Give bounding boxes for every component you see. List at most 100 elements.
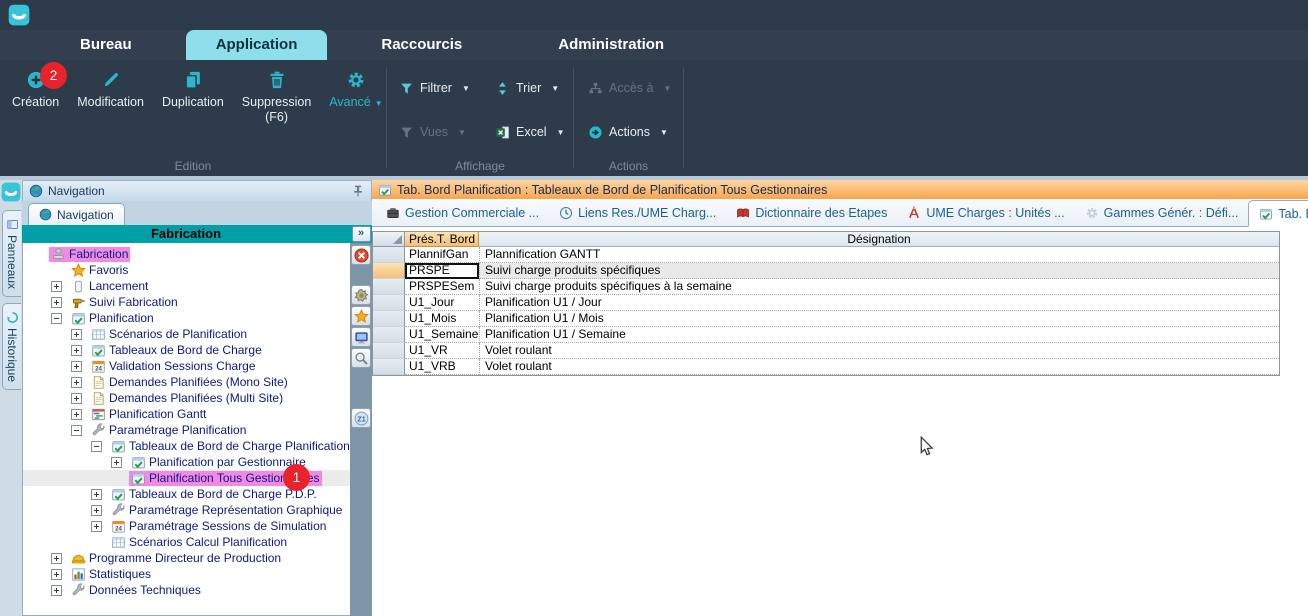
dock-menu-button[interactable]	[1, 182, 21, 202]
select-all-corner[interactable]	[373, 232, 405, 247]
actions-button[interactable]: Actions▼	[588, 118, 688, 146]
row-selector[interactable]	[373, 311, 405, 327]
cell-pr-s-t-bord-row-3[interactable]: U1_Jour	[405, 295, 479, 311]
tree-item-planification-tous-gestionnaires[interactable]: Planification Tous Gestionnaires1	[23, 470, 350, 486]
tree-item-favoris[interactable]: Favoris	[23, 262, 350, 278]
expand-toggle[interactable]	[111, 457, 122, 468]
ribbon-tab-bureau[interactable]: Bureau	[54, 30, 158, 60]
cell-d-signation-row-3[interactable]: Planification U1 / Jour	[479, 295, 1279, 311]
row-selector[interactable]	[373, 343, 405, 359]
cell-d-signation-row-1[interactable]: Suivi charge produits spécifiques	[479, 263, 1279, 279]
document-tab-ume-charges-unit-s[interactable]: UME Charges : Unités ...	[897, 200, 1074, 226]
row-selector[interactable]	[373, 263, 405, 279]
avanc-button[interactable]: Avancé▼	[325, 66, 386, 114]
cell-d-signation-row-5[interactable]: Planification U1 / Semaine	[479, 327, 1279, 343]
tree-item-param-trage-sessions-de-simulation[interactable]: 24Paramétrage Sessions de Simulation	[23, 518, 350, 534]
expand-toggle[interactable]	[71, 361, 82, 372]
tree-item-tableaux-de-bord-de-charge[interactable]: Tableaux de Bord de Charge	[23, 342, 350, 358]
tree-item-param-trage-repr-sentation-graphique[interactable]: Paramétrage Représentation Graphique	[23, 502, 350, 518]
tree-item-donn-es-techniques[interactable]: Données Techniques	[23, 582, 350, 598]
row-selector[interactable]	[373, 327, 405, 343]
tree-item-fabrication[interactable]: Fabrication	[23, 246, 350, 262]
cr-ation-button[interactable]: 2Création	[8, 66, 63, 114]
cell-pr-s-t-bord-row-5[interactable]: U1_Semaine	[405, 327, 479, 343]
tree-item-lancement[interactable]: Lancement	[23, 278, 350, 294]
column-header-designation[interactable]: Désignation	[479, 232, 1279, 247]
expand-toggle[interactable]	[71, 329, 82, 340]
cell-d-signation-row-7[interactable]: Volet roulant	[479, 359, 1279, 375]
vues-button[interactable]: Vues▼	[399, 118, 495, 146]
expand-toggle[interactable]	[51, 297, 62, 308]
expand-toggle[interactable]	[71, 345, 82, 356]
tree-item-suivi-fabrication[interactable]: Suivi Fabrication	[23, 294, 350, 310]
tree-item-statistiques[interactable]: Statistiques	[23, 566, 350, 582]
ribbon-tab-raccourcis[interactable]: Raccourcis	[355, 30, 488, 60]
document-tab-gestion-commerciale[interactable]: Gestion Commerciale ...	[376, 200, 549, 226]
collapse-toggle[interactable]	[71, 425, 82, 436]
tree-item-planification-gantt[interactable]: Planification Gantt	[23, 406, 350, 422]
cell-pr-s-t-bord-row-7[interactable]: U1_VRB	[405, 359, 479, 375]
star-button[interactable]	[351, 306, 371, 326]
document-tab-gammes-g-n-r-d-fi[interactable]: Gammes Génér. : Défi...	[1075, 200, 1249, 226]
expand-toggle[interactable]	[91, 505, 102, 516]
row-selector[interactable]	[373, 279, 405, 295]
sheriff-badge-button[interactable]	[351, 285, 371, 305]
close-x-button[interactable]	[351, 245, 371, 265]
suppression-button[interactable]: Suppression(F6)	[238, 66, 316, 129]
tree-item-param-trage-planification[interactable]: Paramétrage Planification	[23, 422, 350, 438]
expand-toggle[interactable]	[51, 281, 62, 292]
row-selector[interactable]	[373, 359, 405, 375]
magnifier-button[interactable]	[351, 348, 371, 368]
document-tab-liens-res-ume-charg[interactable]: Liens Res./UME Charg...	[549, 200, 726, 226]
document-tab-dictionnaire-des-etapes[interactable]: Dictionnaire des Etapes	[726, 200, 897, 226]
expand-toggle[interactable]	[51, 553, 62, 564]
screen-button[interactable]	[351, 327, 371, 347]
tree-item-tableaux-de-bord-de-charge-planification[interactable]: Tableaux de Bord de Charge Planification	[23, 438, 350, 454]
expand-toggle[interactable]	[91, 489, 102, 500]
cell-pr-s-t-bord-row-6[interactable]: U1_VR	[405, 343, 479, 359]
trier-button[interactable]: Trier▼	[495, 74, 575, 102]
expand-toggle[interactable]	[71, 393, 82, 404]
acc-s-button[interactable]: Accès à▼	[588, 74, 688, 102]
duplication-button[interactable]: Duplication	[158, 66, 228, 114]
row-selector[interactable]	[373, 295, 405, 311]
cell-d-signation-row-4[interactable]: Planification U1 / Mois	[479, 311, 1279, 327]
row-selector[interactable]	[373, 247, 405, 263]
tab-navigation[interactable]: Navigation	[28, 203, 125, 225]
ribbon-tab-application[interactable]: Application	[186, 30, 328, 60]
cell-d-signation-row-6[interactable]: Volet roulant	[479, 343, 1279, 359]
cell-pr-s-t-bord-row-2[interactable]: PRSPESem	[405, 279, 479, 295]
ribbon-tab-administration[interactable]: Administration	[532, 30, 690, 60]
cell-pr-s-t-bord-row-4[interactable]: U1_Mois	[405, 311, 479, 327]
expand-panel-button[interactable]: »	[352, 226, 371, 242]
tree-item-sc-narios-calcul-planification[interactable]: Scénarios Calcul Planification	[23, 534, 350, 550]
cell-pr-s-t-bord-row-0[interactable]: PlannifGan	[405, 247, 479, 263]
tree-item-programme-directeur-de-production[interactable]: Programme Directeur de Production	[23, 550, 350, 566]
tree-item-validation-sessions-charge[interactable]: 24Validation Sessions Charge	[23, 358, 350, 374]
modification-button[interactable]: Modification	[73, 66, 148, 114]
column-header-pres-t-bord[interactable]: Prés.T. Bord	[405, 232, 479, 247]
pin-icon[interactable]	[351, 184, 365, 198]
collapse-toggle[interactable]	[51, 313, 62, 324]
filtrer-button[interactable]: Filtrer▼	[399, 74, 495, 102]
dock-tab-historique[interactable]: Historique	[2, 303, 21, 390]
collapse-toggle[interactable]	[91, 441, 102, 452]
z1-button[interactable]: Z1	[351, 408, 371, 428]
expand-toggle[interactable]	[91, 521, 102, 532]
document-tab-tab-bord-planificatio[interactable]: Tab. Bord Planificatio...	[1248, 200, 1308, 227]
cell-pr-s-t-bord-row-1[interactable]: PRSPE	[405, 263, 479, 279]
tree-item-demandes-planifi-es-multi-site[interactable]: Demandes Planifiées (Multi Site)	[23, 390, 350, 406]
dock-tab-panneaux[interactable]: Panneaux	[2, 210, 21, 297]
expand-toggle[interactable]	[71, 409, 82, 420]
chevron-down-icon: ▼	[551, 84, 559, 93]
tree-item-demandes-planifi-es-mono-site[interactable]: Demandes Planifiées (Mono Site)	[23, 374, 350, 390]
expand-toggle[interactable]	[51, 569, 62, 580]
tree-item-sc-narios-de-planification[interactable]: Scénarios de Planification	[23, 326, 350, 342]
tree-item-planification[interactable]: Planification	[23, 310, 350, 326]
app-menu-button[interactable]	[8, 4, 30, 26]
excel-button[interactable]: Excel▼	[495, 118, 575, 146]
cell-d-signation-row-2[interactable]: Suivi charge produits spécifiques à la s…	[479, 279, 1279, 295]
expand-toggle[interactable]	[51, 585, 62, 596]
cell-d-signation-row-0[interactable]: Plannification GANTT	[479, 247, 1279, 263]
expand-toggle[interactable]	[71, 377, 82, 388]
